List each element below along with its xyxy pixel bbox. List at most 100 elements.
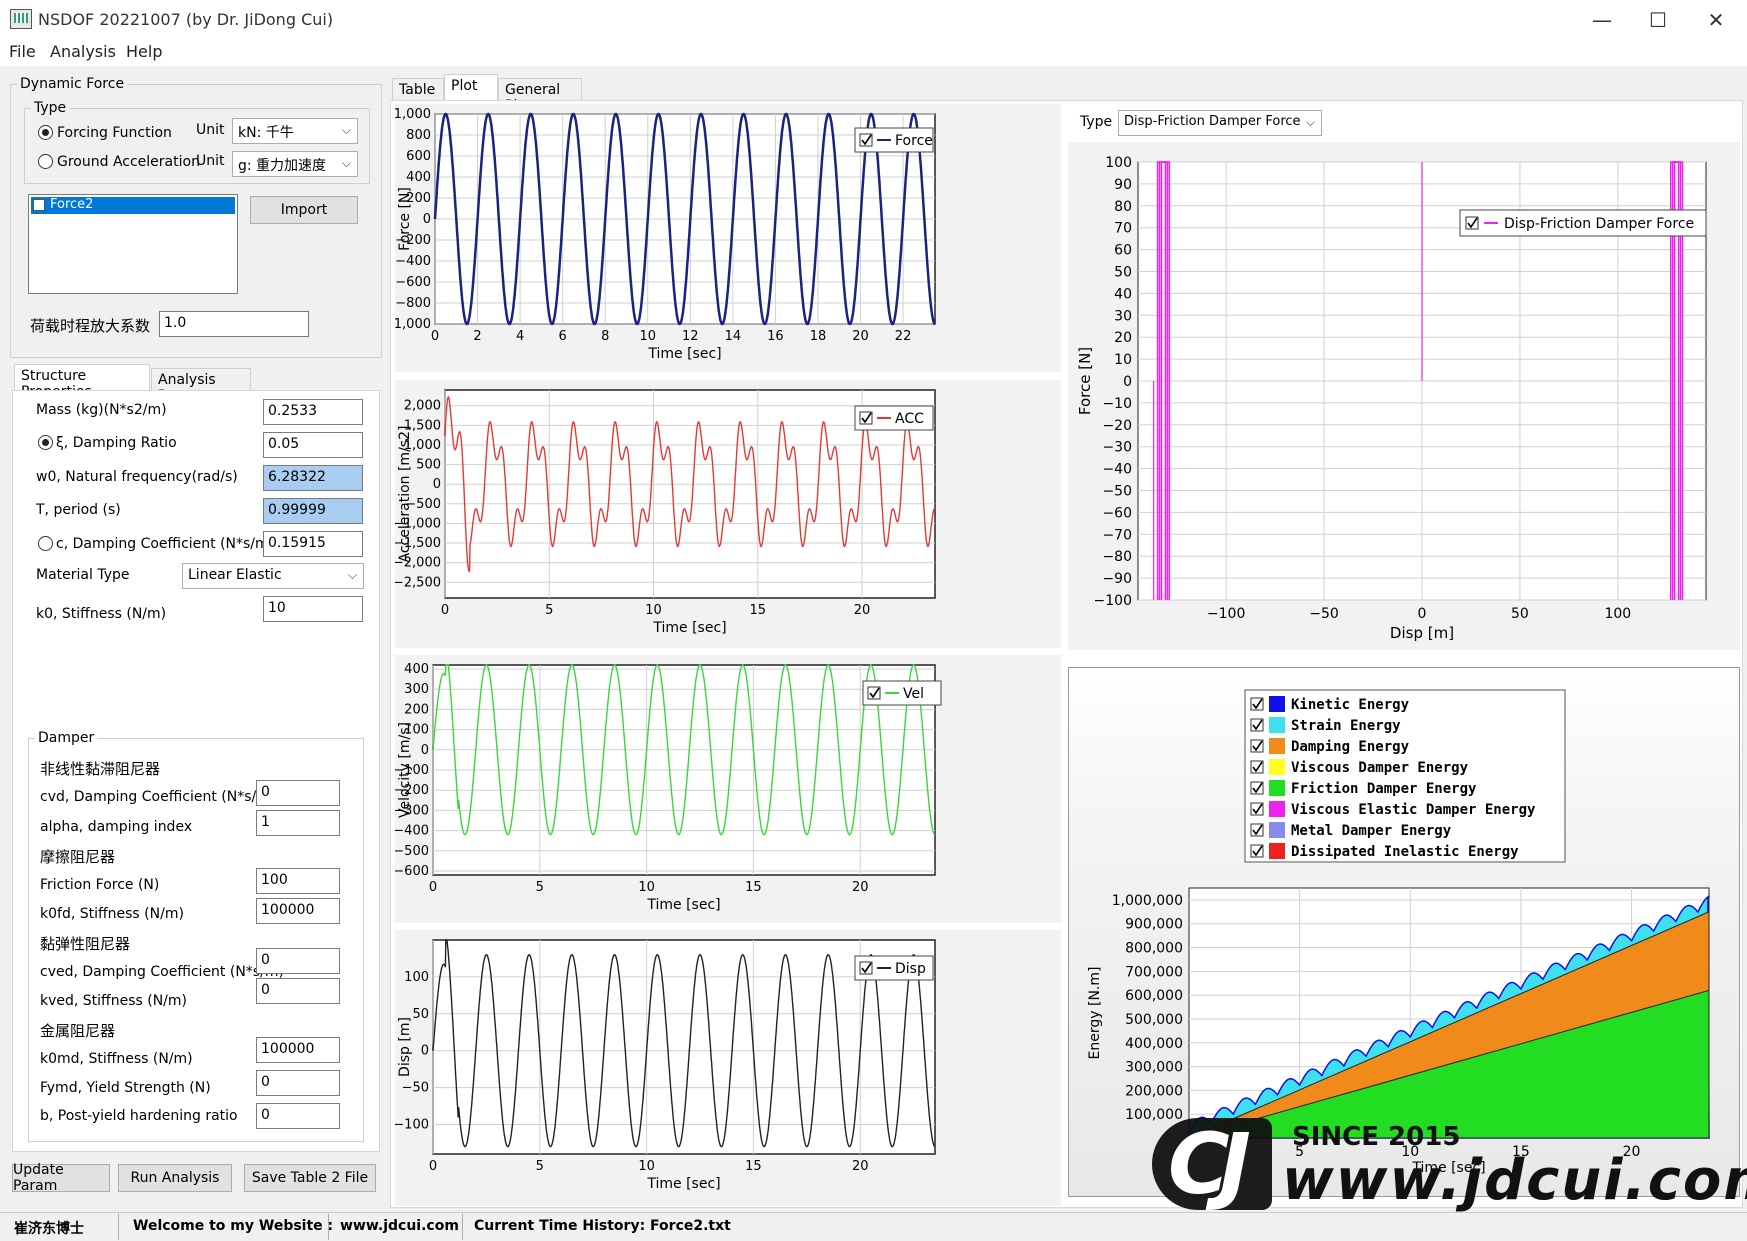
fymd-input[interactable]: 0 [256, 1070, 340, 1096]
fymd-label: Fymd, Yield Strength (N) [40, 1080, 211, 1096]
vel-chart: 0 5 10 15 20 −600 −500 −400 −300 −200 −100 0 100 200 3… [395, 655, 1061, 923]
kved-label: kved, Stiffness (N/m) [40, 993, 187, 1009]
x-tick-label: 20 [852, 329, 869, 344]
y-tick-label: 400 [404, 662, 429, 677]
window-title: NSDOF 20221007 (by Dr. JiDong Cui) [38, 10, 334, 29]
menu-help[interactable]: Help [126, 42, 162, 61]
save-table-button[interactable]: Save Table 2 File [244, 1164, 376, 1192]
list-item-checkbox[interactable] [33, 199, 45, 211]
y-tick-label: 100 [1105, 155, 1132, 171]
ground-acceleration-radio[interactable] [38, 154, 53, 169]
legend-swatch [1269, 696, 1285, 712]
legend-swatch [1269, 822, 1285, 838]
y-axis-label: Velocity [m/s] [397, 722, 413, 818]
k0fd-label: k0fd, Stiffness (N/m) [40, 906, 184, 922]
y-tick-label: 400 [406, 170, 431, 185]
alpha-label: alpha, damping index [40, 819, 193, 835]
period-input[interactable]: 0.99999 [263, 498, 363, 524]
x-tick-label: 15 [745, 880, 762, 895]
close-button[interactable]: ✕ [1688, 4, 1744, 36]
damping-ratio-radio[interactable] [38, 435, 53, 450]
x-tick-label: 0 [431, 329, 439, 344]
damping-coefficient-radio[interactable] [38, 536, 53, 551]
legend-swatch [1269, 780, 1285, 796]
y-tick-label: 50 [412, 1007, 429, 1022]
y-tick-label: 80 [1114, 199, 1132, 215]
damping-coefficient-input[interactable]: 0.15915 [263, 531, 363, 557]
cved-input[interactable]: 0 [256, 948, 340, 974]
status-website[interactable]: www.jdcui.com [340, 1218, 459, 1234]
unit-select-force[interactable]: kN: 千牛 ⌵ [232, 118, 358, 144]
x-tick-label: 4 [516, 329, 524, 344]
alpha-input[interactable]: 1 [256, 810, 340, 836]
import-button[interactable]: Import [250, 196, 358, 224]
y-tick-label: 0 [421, 743, 429, 758]
x-axis-label: Time [sec] [646, 1176, 720, 1192]
chevron-down-icon: ⌵ [341, 123, 351, 137]
y-tick-label: 800,000 [1125, 941, 1183, 957]
amplification-input[interactable]: 1.0 [159, 311, 309, 337]
k0fd-input[interactable]: 100000 [256, 898, 340, 924]
material-type-select[interactable]: Linear Elastic ⌵ [182, 563, 364, 589]
x-tick-label: 10 [638, 880, 655, 895]
damping-ratio-label: ξ, Damping Ratio [56, 435, 177, 451]
unit-select-accel-value: g: 重力加速度 [238, 158, 327, 174]
unit-select-accel[interactable]: g: 重力加速度 ⌵ [232, 151, 358, 177]
x-tick-label: −100 [1207, 606, 1245, 622]
status-time-history: Current Time History: Force2.txt [474, 1218, 731, 1234]
hardening-ratio-input[interactable]: 0 [256, 1103, 340, 1129]
maximize-button[interactable]: ☐ [1630, 4, 1686, 36]
cvd-label: cvd, Damping Coefficient (N*s/m) [40, 789, 276, 805]
tab-structure-properties[interactable]: Structure Properties [14, 364, 150, 400]
x-tick-label: 20 [854, 603, 871, 618]
kved-input[interactable]: 0 [256, 978, 340, 1004]
y-tick-label: 300 [404, 682, 429, 697]
y-tick-label: 500 [416, 458, 441, 473]
menu-file[interactable]: File [9, 42, 36, 61]
update-param-button[interactable]: Update Param [12, 1162, 110, 1194]
forcing-function-radio[interactable] [38, 125, 53, 140]
x-tick-label: 100 [1604, 606, 1631, 622]
material-type-value: Linear Elastic [188, 567, 282, 583]
dynamic-force-legend: Dynamic Force [20, 76, 125, 92]
tab-plot[interactable]: Plot [444, 74, 498, 101]
cvd-input[interactable]: 0 [256, 780, 340, 806]
minimize-button[interactable]: — [1574, 4, 1630, 36]
y-tick-label: −1,000 [395, 317, 431, 332]
watermark-url: www.jdcui.com [1282, 1148, 1747, 1213]
damping-ratio-input[interactable]: 0.05 [263, 432, 363, 458]
plot-type-select[interactable]: Disp-Friction Damper Force ⌵ [1118, 110, 1322, 136]
mass-input[interactable]: 0.2533 [263, 399, 363, 425]
friction-force-input[interactable]: 100 [256, 868, 340, 894]
x-tick-label: 0 [441, 603, 449, 618]
y-tick-label: 50 [1114, 265, 1132, 281]
run-analysis-button[interactable]: Run Analysis [118, 1164, 232, 1192]
y-tick-label: −60 [1102, 505, 1132, 521]
x-tick-label: 15 [749, 603, 766, 618]
status-separator [328, 1214, 329, 1240]
y-tick-label: 60 [1114, 243, 1132, 259]
menu-analysis[interactable]: Analysis [50, 42, 116, 61]
tab-analysis-param[interactable]: Analysis Param [151, 368, 251, 404]
legend-label: Force [895, 133, 933, 149]
y-tick-label: −30 [1102, 440, 1132, 456]
y-tick-label: −400 [395, 824, 429, 839]
y-tick-label: −80 [1102, 549, 1132, 565]
legend-swatch [1269, 843, 1285, 859]
stiffness-input[interactable]: 10 [263, 596, 363, 622]
x-tick-label: 22 [895, 329, 912, 344]
x-tick-label: 2 [473, 329, 481, 344]
k0md-label: k0md, Stiffness (N/m) [40, 1051, 193, 1067]
type-label: Type [1080, 114, 1113, 130]
k0md-input[interactable]: 100000 [256, 1037, 340, 1063]
tab-general-plot[interactable]: General Plot [498, 78, 582, 114]
natural-frequency-input[interactable]: 6.28322 [263, 465, 363, 491]
period-label: T, period (s) [36, 502, 121, 518]
x-axis-label: Time [sec] [652, 620, 726, 636]
y-tick-label: 0 [423, 212, 431, 227]
tab-table[interactable]: Table [392, 78, 444, 102]
x-tick-label: 0 [1418, 606, 1427, 622]
legend-swatch [1269, 759, 1285, 775]
metal-title: 金属阻尼器 [40, 1022, 116, 1040]
x-tick-label: 6 [559, 329, 567, 344]
